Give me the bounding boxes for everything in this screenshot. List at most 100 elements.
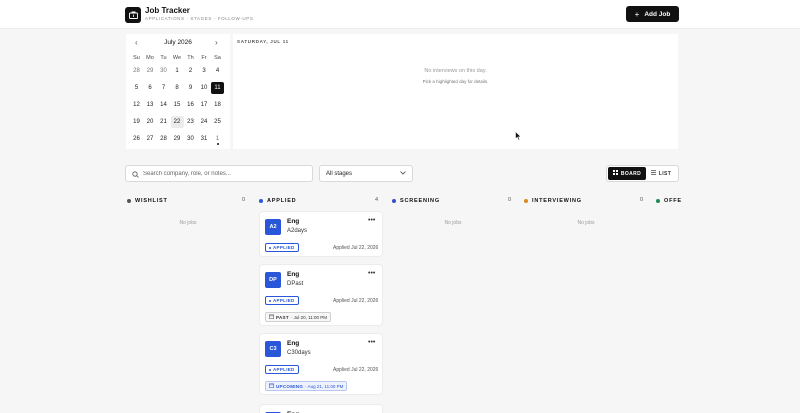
list-view-label: LIST <box>658 170 672 177</box>
more-options-icon[interactable]: ••• <box>368 339 375 346</box>
interview-chip[interactable]: UPCOMING · Aug 21, 11:00 PM <box>265 381 348 391</box>
calendar-day[interactable]: 14 <box>157 99 170 111</box>
calendar-icon <box>269 314 274 320</box>
screening-empty-text: No jobs <box>444 220 462 226</box>
calendar-day[interactable]: 3 <box>198 65 211 77</box>
column-header-wishlist: WISHLIST <box>127 196 168 206</box>
calendar-day[interactable]: 1 <box>171 65 184 77</box>
app-title: Job Tracker <box>145 6 190 15</box>
more-options-icon[interactable]: ••• <box>368 217 375 224</box>
column-count-screening: 0 <box>508 197 512 203</box>
calendar-day[interactable]: 28 <box>157 133 170 145</box>
calendar-day[interactable]: 8 <box>171 82 184 94</box>
search-box[interactable] <box>125 165 313 182</box>
stage-filter-select[interactable]: All stages <box>319 165 413 182</box>
calendar-day[interactable]: 31 <box>198 133 211 145</box>
add-job-label: Add Job <box>644 10 671 18</box>
job-card[interactable]: A2 Eng A2days ••• APPLIED Applied Jul 22… <box>259 211 383 257</box>
calendar-day[interactable]: 22 <box>170 116 184 128</box>
calendar-day[interactable]: 28 <box>130 65 143 77</box>
job-card[interactable]: Eng <box>259 404 383 413</box>
job-company: C30days <box>287 350 311 356</box>
no-interviews-text: No interviews on this day. <box>424 68 487 74</box>
calendar-weekday: Sa <box>214 55 221 61</box>
app-header: Job Tracker APPLICATIONS · STAGES · FOLL… <box>0 0 800 29</box>
list-icon <box>650 170 656 177</box>
calendar-day[interactable]: 30 <box>157 65 170 77</box>
job-card[interactable]: C3 Eng C30days ••• APPLIED Applied Jul 2… <box>259 333 383 395</box>
add-job-button[interactable]: + Add Job <box>626 6 679 22</box>
calendar-day[interactable]: 4 <box>211 65 224 77</box>
stage-badge: APPLIED <box>265 296 299 305</box>
calendar-day[interactable]: 15 <box>171 99 184 111</box>
calendar-day[interactable]: 29 <box>144 65 157 77</box>
applied-date: Applied Jul 22, 2026 <box>333 367 379 373</box>
column-count-interviewing: 0 <box>640 197 644 203</box>
company-avatar: C3 <box>265 341 281 357</box>
calendar-day[interactable]: 2 <box>184 65 197 77</box>
calendar-day[interactable]: 19 <box>130 116 143 128</box>
calendar-day[interactable]: 23 <box>184 116 197 128</box>
interview-chip[interactable]: PAST · Jul 20, 11:00 PM <box>265 312 332 322</box>
list-view-button[interactable]: LIST <box>646 167 676 180</box>
more-options-icon[interactable]: ••• <box>368 270 375 277</box>
calendar-day[interactable]: 26 <box>130 133 143 145</box>
calendar-day[interactable]: 10 <box>198 82 211 94</box>
calendar-day[interactable]: 7 <box>157 82 170 94</box>
calendar-day[interactable]: 5 <box>130 82 143 94</box>
grid-icon <box>612 170 618 177</box>
job-card[interactable]: DP Eng DPast ••• APPLIED Applied Jul 22,… <box>259 264 383 326</box>
interview-kind: PAST <box>276 314 289 320</box>
calendar-day[interactable]: 24 <box>198 116 211 128</box>
calendar-day[interactable]: 16 <box>184 99 197 111</box>
board-view-label: BOARD <box>620 170 642 177</box>
interviewing-empty-text: No jobs <box>577 220 595 226</box>
calendar-day[interactable]: 27 <box>144 133 157 145</box>
mouse-cursor <box>515 128 522 146</box>
column-header-screening: SCREENING <box>392 196 440 206</box>
stage-filter-value: All stages <box>326 170 353 177</box>
selected-date-label: SATURDAY, JUL 11 <box>237 39 289 44</box>
stage-badge: APPLIED <box>265 365 299 374</box>
calendar-day[interactable]: 17 <box>198 99 211 111</box>
calendar-weekday: We <box>172 55 182 61</box>
board-view-button[interactable]: BOARD <box>608 167 646 180</box>
calendar-weekday: Tu <box>160 55 167 61</box>
plus-icon: + <box>634 9 640 19</box>
calendar-day[interactable]: 12 <box>130 99 143 111</box>
calendar-day[interactable]: 20 <box>144 116 157 128</box>
stage-dot <box>269 246 271 249</box>
job-role: Eng <box>287 271 300 278</box>
interview-when: · Aug 21, 11:00 PM <box>305 383 344 389</box>
stage-dot <box>392 199 396 203</box>
calendar-day[interactable]: 21 <box>157 116 170 128</box>
briefcase-icon <box>125 7 141 23</box>
calendar-day[interactable]: 18 <box>211 99 224 111</box>
interview-when: · Jul 20, 11:00 PM <box>290 314 328 320</box>
job-role: Eng <box>287 218 300 225</box>
calendar-day[interactable]: 29 <box>171 133 184 145</box>
applied-date: Applied Jul 22, 2026 <box>333 298 379 304</box>
calendar-day[interactable]: 30 <box>184 133 197 145</box>
company-avatar: A2 <box>265 219 281 235</box>
chevron-down-icon <box>400 170 406 177</box>
company-avatar: DP <box>265 272 281 288</box>
calendar-day[interactable]: 13 <box>144 99 157 111</box>
app-subtitle: APPLICATIONS · STAGES · FOLLOW-UPS <box>145 16 254 21</box>
stage-dot <box>127 199 131 203</box>
stage-dot <box>269 368 271 371</box>
chevron-right-icon[interactable]: › <box>215 38 218 47</box>
calendar-day[interactable]: 11 <box>211 82 224 94</box>
applied-date: Applied Jul 22, 2026 <box>333 245 379 251</box>
interview-marker-dot <box>216 143 219 145</box>
job-company: A2days <box>287 228 308 234</box>
day-detail-panel: SATURDAY, JUL 11 No interviews on this d… <box>233 34 678 149</box>
stage-dot <box>524 199 528 203</box>
calendar-weekday: Th <box>187 55 194 61</box>
wishlist-empty-text: No jobs <box>179 220 197 226</box>
stage-dot <box>259 199 263 203</box>
calendar-day[interactable]: 25 <box>211 116 224 128</box>
calendar-day[interactable]: 6 <box>144 82 157 94</box>
calendar-day[interactable]: 9 <box>184 82 197 94</box>
search-input[interactable] <box>143 170 303 177</box>
